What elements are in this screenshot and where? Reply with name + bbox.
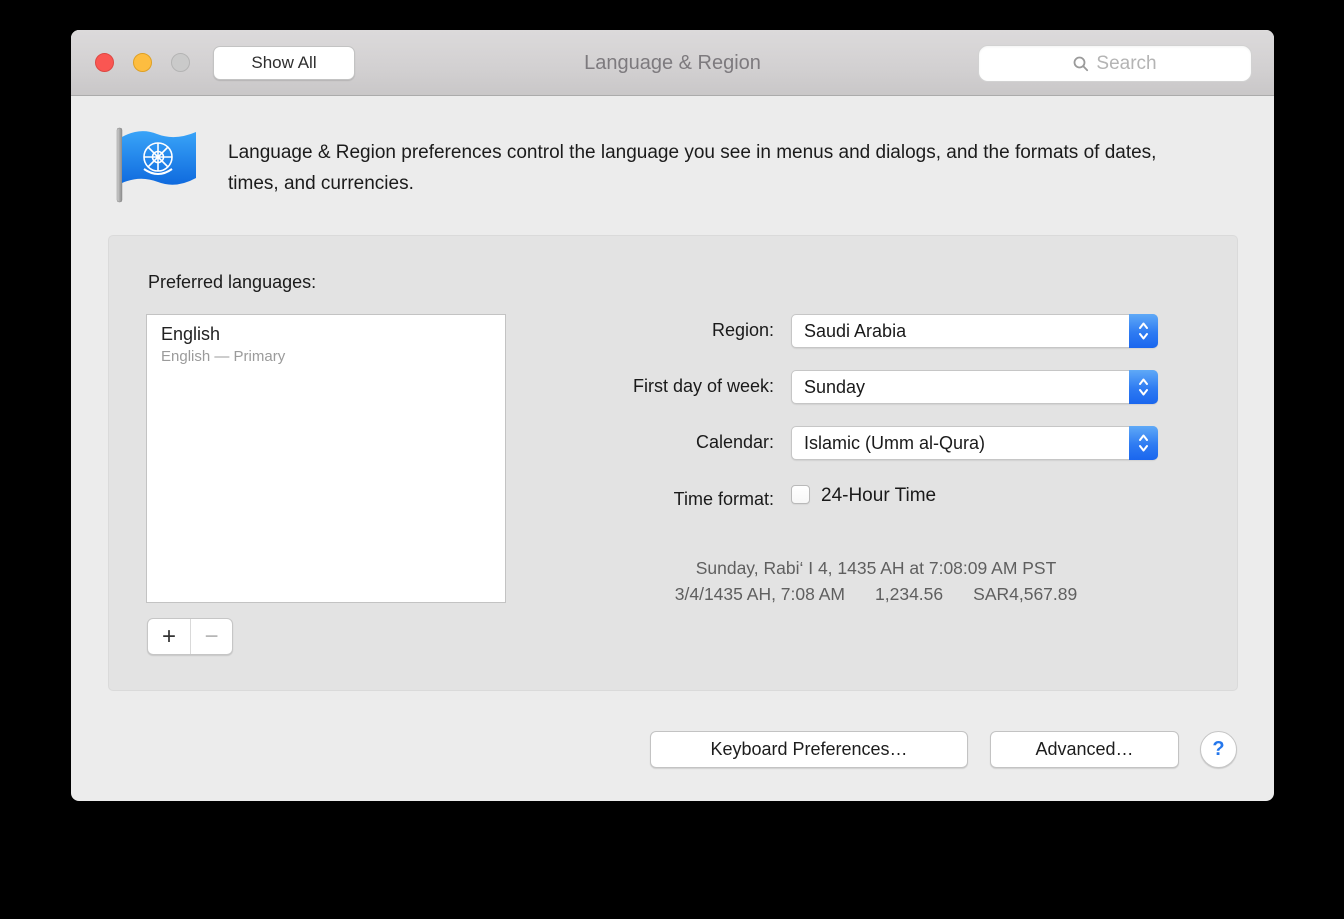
calendar-label: Calendar: xyxy=(696,432,774,453)
settings-panel: Preferred languages: English English — P… xyxy=(108,235,1238,691)
show-all-button[interactable]: Show All xyxy=(213,46,355,80)
first-day-value: Sunday xyxy=(804,371,865,403)
preview-full-date: Sunday, Rabi‘ I 4, 1435 AH at 7:08:09 AM… xyxy=(511,555,1241,581)
chevron-up-down-icon xyxy=(1129,314,1158,348)
time-format-row: Time format: 24-Hour Time xyxy=(109,483,1237,517)
preview-short-formats: 3/4/1435 AH, 7:08 AM 1,234.56 SAR4,567.89 xyxy=(511,581,1241,607)
preview-currency: SAR4,567.89 xyxy=(973,584,1077,604)
time-format-label: Time format: xyxy=(674,489,774,510)
preferences-window: Language & Region Show All Search xyxy=(71,30,1274,801)
first-day-label: First day of week: xyxy=(633,376,774,397)
preferred-languages-label: Preferred languages: xyxy=(148,272,316,293)
region-label: Region: xyxy=(712,320,774,341)
region-value: Saudi Arabia xyxy=(804,315,906,347)
remove-language-button[interactable]: − xyxy=(190,619,232,654)
preview-number: 1,234.56 xyxy=(875,584,943,604)
24-hour-time-checkbox[interactable] xyxy=(791,485,810,504)
keyboard-preferences-button[interactable]: Keyboard Preferences… xyxy=(650,731,968,768)
format-preview: Sunday, Rabi‘ I 4, 1435 AH at 7:08:09 AM… xyxy=(511,555,1241,607)
24-hour-time-checkbox-label[interactable]: 24-Hour Time xyxy=(821,485,936,507)
calendar-select[interactable]: Islamic (Umm al-Qura) xyxy=(791,426,1158,460)
add-language-button[interactable]: + xyxy=(148,619,190,654)
chevron-up-down-icon xyxy=(1129,426,1158,460)
preview-short-date: 3/4/1435 AH, 7:08 AM xyxy=(675,584,845,604)
calendar-value: Islamic (Umm al-Qura) xyxy=(804,427,985,459)
region-row: Region: Saudi Arabia xyxy=(109,314,1237,348)
advanced-button[interactable]: Advanced… xyxy=(990,731,1179,768)
search-input[interactable]: Search xyxy=(978,45,1252,82)
language-detail: English — Primary xyxy=(161,348,491,365)
un-flag-icon xyxy=(110,124,202,204)
search-placeholder: Search xyxy=(1096,53,1156,75)
search-icon xyxy=(1073,56,1089,72)
calendar-row: Calendar: Islamic (Umm al-Qura) xyxy=(109,426,1237,460)
first-day-row: First day of week: Sunday xyxy=(109,370,1237,404)
add-remove-language-group: + − xyxy=(147,618,233,655)
intro-description: Language & Region preferences control th… xyxy=(228,137,1183,199)
chevron-up-down-icon xyxy=(1129,370,1158,404)
help-button[interactable]: ? xyxy=(1200,731,1237,768)
region-select[interactable]: Saudi Arabia xyxy=(791,314,1158,348)
first-day-select[interactable]: Sunday xyxy=(791,370,1158,404)
titlebar: Language & Region Show All Search xyxy=(71,30,1274,96)
